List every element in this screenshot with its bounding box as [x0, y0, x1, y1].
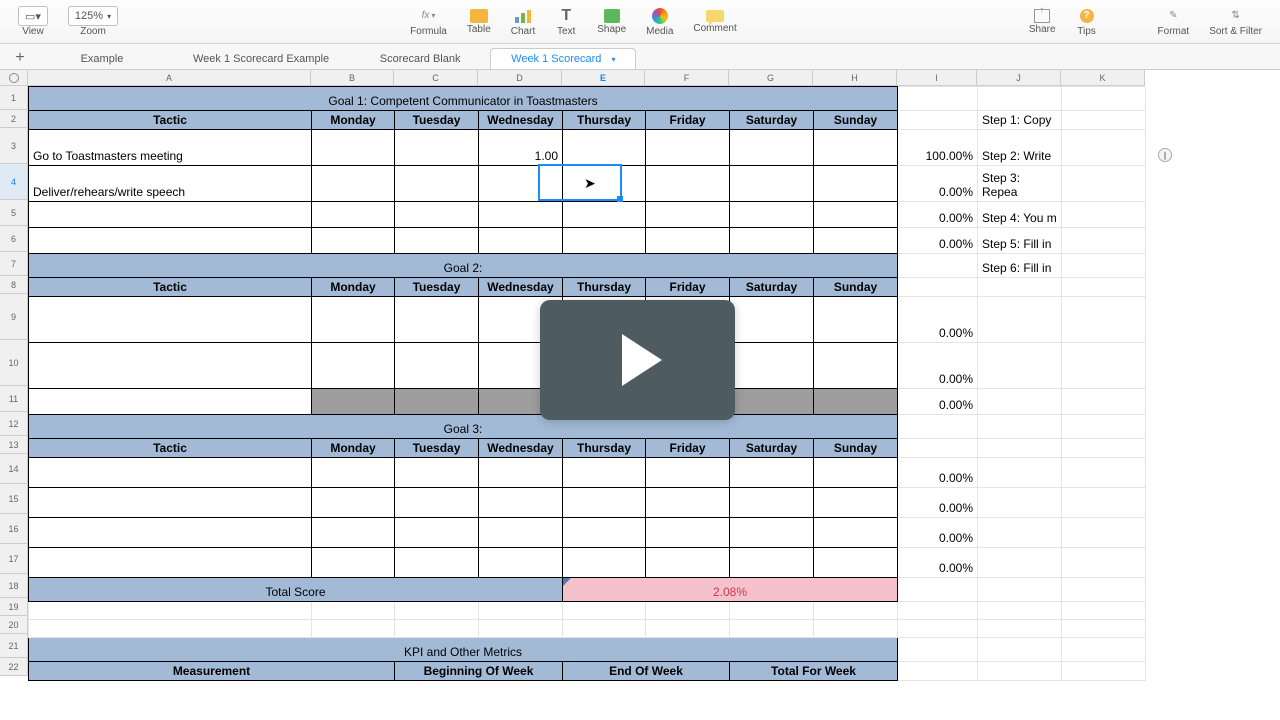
comment-button[interactable]: Comment	[693, 10, 736, 34]
chevron-down-icon: ▾	[107, 12, 111, 21]
mouse-cursor: ➤	[584, 175, 596, 192]
table-handle[interactable]: ∥	[1158, 148, 1172, 162]
chart-button[interactable]: Chart	[511, 7, 535, 37]
media-button[interactable]: Media	[646, 7, 673, 37]
table-button[interactable]: Table	[467, 9, 491, 35]
row-headers[interactable]: 12345678910111213141516171819202122	[0, 86, 28, 676]
play-icon	[622, 334, 662, 386]
tab-week1-scorecard[interactable]: Week 1 Scorecard▾	[490, 48, 636, 69]
share-button[interactable]: ↑Share	[1029, 9, 1056, 35]
add-sheet-button[interactable]: +	[8, 47, 32, 69]
tips-button[interactable]: ?Tips	[1076, 7, 1098, 37]
toolbar: ▭▾ View 125%▾ Zoom fx▾Formula Table Char…	[0, 0, 1280, 44]
tab-example[interactable]: Example	[32, 48, 172, 69]
zoom-menu[interactable]: 125%▾ Zoom	[68, 6, 118, 37]
sort-icon: ⇅	[1225, 7, 1247, 25]
chevron-down-icon: ▾	[611, 55, 615, 64]
video-play-button[interactable]	[540, 300, 735, 420]
tab-scorecard-blank[interactable]: Scorecard Blank	[350, 48, 490, 69]
shape-button[interactable]: Shape	[597, 9, 626, 35]
select-all-corner[interactable]	[0, 70, 28, 86]
tab-week1-example[interactable]: Week 1 Scorecard Example	[172, 48, 350, 69]
text-button[interactable]: TText	[555, 7, 577, 37]
column-headers[interactable]: ABCDEFGHIJK	[28, 70, 1145, 86]
brush-icon: ✎	[1162, 7, 1184, 25]
view-menu[interactable]: ▭▾ View	[18, 6, 48, 37]
format-button[interactable]: ✎Format	[1158, 7, 1190, 37]
sheet-tabs: + Example Week 1 Scorecard Example Score…	[0, 44, 1280, 70]
formula-button[interactable]: fx▾Formula	[410, 7, 447, 37]
sort-filter-button[interactable]: ⇅Sort & Filter	[1209, 7, 1262, 37]
view-icon: ▭▾	[25, 10, 41, 23]
